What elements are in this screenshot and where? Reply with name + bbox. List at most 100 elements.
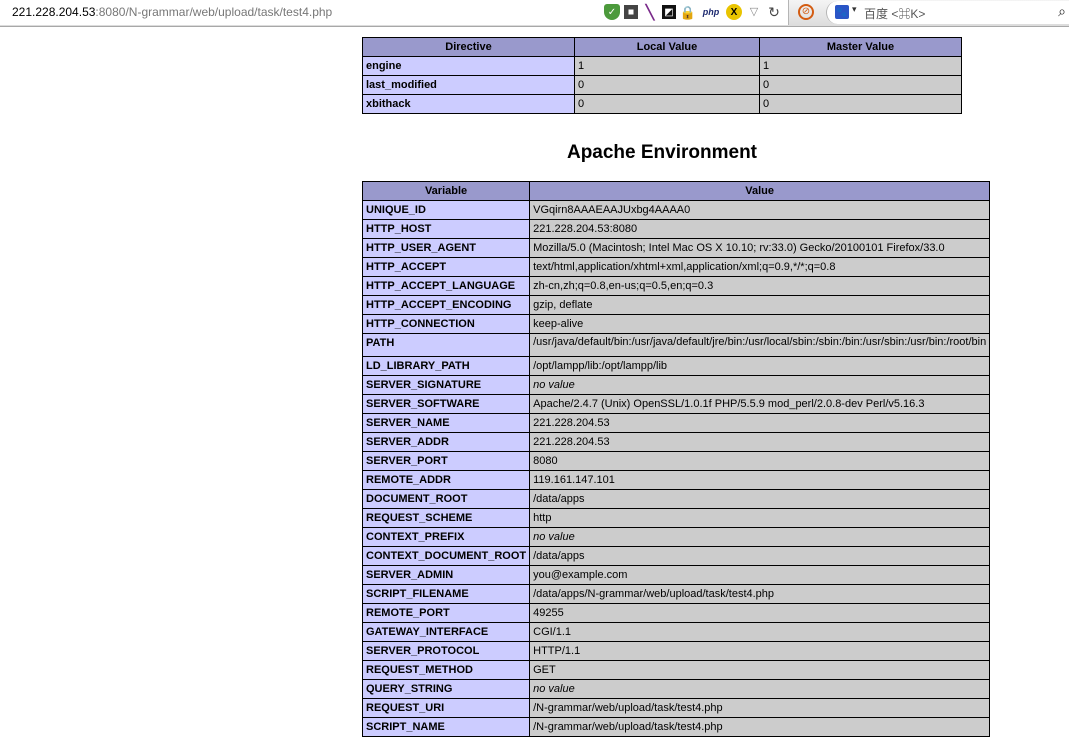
- table-row: SERVER_SOFTWARE Apache/2.4.7 (Unix) OpenS…: [361, 394, 991, 414]
- table-row: PATH/usr/java/default/bin:/usr/java/defa…: [361, 333, 991, 357]
- variable-cell: CONTEXT_PREFIX: [361, 527, 531, 547]
- table-row: HTTP_ACCEPT text/html,application/xhtml+x…: [361, 257, 991, 277]
- master-value-cell: 0: [759, 94, 962, 114]
- table-row: REQUEST_METHOD GET: [361, 660, 991, 680]
- apache-environment-table: Variable Value UNIQUE_ID VGqirn8AAAEAAJUx…: [361, 181, 991, 737]
- table-row: LD_LIBRARY_PATH/opt/lampp/lib:/opt/lampp…: [361, 356, 991, 376]
- variable-cell: CONTEXT_DOCUMENT_ROOT: [361, 546, 531, 566]
- variable-cell: HTTP_USER_AGENT: [361, 238, 531, 258]
- table-row: HTTP_USER_AGENT Mozilla/5.0 (Macintosh; I…: [361, 238, 991, 258]
- variable-cell: QUERY_STRING: [361, 679, 531, 699]
- value-cell: zh-cn,zh;q=0.8,en-us;q=0.5,en;q=0.3: [529, 276, 991, 296]
- search-engine-icon[interactable]: 🐾: [835, 5, 849, 19]
- variable-cell: DOCUMENT_ROOT: [361, 489, 531, 509]
- url-bar[interactable]: 221.228.204.53:8080/N-grammar/web/upload…: [0, 0, 789, 25]
- table-row: SCRIPT_NAME/N-grammar/web/upload/task/te…: [361, 717, 991, 737]
- variable-cell: HTTP_ACCEPT_ENCODING: [361, 295, 531, 315]
- table-row: GATEWAY_INTERFACE CGI/1.1: [361, 622, 991, 642]
- variable-cell: SERVER_ADDR: [361, 432, 531, 452]
- table-row: SERVER_ADDR 221.228.204.53: [361, 432, 991, 452]
- search-placeholder: 百度 <⌘K>: [864, 7, 926, 21]
- variable-cell: REMOTE_ADDR: [361, 470, 531, 490]
- value-cell: 221.228.204.53: [529, 432, 991, 452]
- value-cell: /opt/lampp/lib:/opt/lampp/lib: [529, 356, 991, 376]
- table-row: QUERY_STRING no value: [361, 679, 991, 699]
- table-row: REMOTE_ADDR 119.161.147.101: [361, 470, 991, 490]
- value-cell: no value: [529, 527, 991, 547]
- value-cell: no value: [529, 679, 991, 699]
- variable-cell: HTTP_HOST: [361, 219, 531, 239]
- table-row: SCRIPT_FILENAME/data/apps/N-grammar/web/…: [361, 584, 991, 604]
- x-extension-icon[interactable]: X: [726, 4, 742, 20]
- variable-cell: SCRIPT_NAME: [361, 717, 531, 737]
- master-value-cell: 1: [759, 56, 962, 76]
- variable-cell: HTTP_ACCEPT: [361, 257, 531, 277]
- value-cell: GET: [529, 660, 991, 680]
- search-input[interactable]: 🐾 ▾ 百度 <⌘K> ⌕: [826, 1, 1069, 24]
- url-bar-icons: ✓ ╲ ◩ 🔒 php X ▽ ↻: [604, 4, 782, 20]
- value-cell: Apache/2.4.7 (Unix) OpenSSL/1.0.1f PHP/5…: [529, 394, 991, 414]
- variable-cell: LD_LIBRARY_PATH: [361, 356, 531, 376]
- master-value-cell: 0: [759, 75, 962, 95]
- value-cell: CGI/1.1: [529, 622, 991, 642]
- table-row: CONTEXT_PREFIX no value: [361, 527, 991, 547]
- value-cell: 119.161.147.101: [529, 470, 991, 490]
- value-cell: VGqirn8AAAEAAJUxbg4AAAA0: [529, 200, 991, 220]
- variable-cell: PATH: [361, 333, 531, 357]
- variable-cell: REQUEST_SCHEME: [361, 508, 531, 528]
- table-row: REQUEST_URI/N-grammar/web/upload/task/te…: [361, 698, 991, 718]
- variable-cell: UNIQUE_ID: [361, 200, 531, 220]
- variable-cell: SCRIPT_FILENAME: [361, 584, 531, 604]
- variable-cell: HTTP_CONNECTION: [361, 314, 531, 334]
- table-row: SERVER_ADMIN you@example.com: [361, 565, 991, 585]
- column-header: Value: [529, 181, 991, 201]
- local-value-cell: 0: [574, 75, 760, 95]
- variable-cell: REQUEST_METHOD: [361, 660, 531, 680]
- variable-cell: SERVER_PROTOCOL: [361, 641, 531, 661]
- table-header-row: Directive Local Value Master Value: [362, 37, 962, 57]
- url-path: :8080/N-grammar/web/upload/task/test4.ph…: [95, 5, 333, 19]
- chevron-down-icon[interactable]: ▽: [746, 4, 762, 20]
- table-row: HTTP_ACCEPT_ENCODING gzip, deflate: [361, 295, 991, 315]
- value-cell: no value: [529, 375, 991, 395]
- table-row: SERVER_NAME 221.228.204.53: [361, 413, 991, 433]
- variable-cell: REQUEST_URI: [361, 698, 531, 718]
- shield-icon[interactable]: ✓: [604, 4, 620, 20]
- variable-cell: SERVER_SOFTWARE: [361, 394, 531, 414]
- column-header: Variable: [361, 181, 531, 201]
- php-icon[interactable]: php: [700, 4, 722, 20]
- value-cell: gzip, deflate: [529, 295, 991, 315]
- value-cell: /N-grammar/web/upload/task/test4.php: [529, 717, 991, 737]
- table-row: SERVER_PROTOCOL HTTP/1.1: [361, 641, 991, 661]
- value-cell: 221.228.204.53:8080: [529, 219, 991, 239]
- lock-icon[interactable]: 🔒: [680, 4, 696, 20]
- table-header-row: Variable Value: [361, 181, 991, 201]
- variable-cell: SERVER_ADMIN: [361, 565, 531, 585]
- reload-icon[interactable]: ↻: [766, 4, 782, 20]
- search-icon[interactable]: ⌕: [1058, 3, 1066, 20]
- table-row: SERVER_PORT 8080: [361, 451, 991, 471]
- value-cell: http: [529, 508, 991, 528]
- extension-icon[interactable]: ◩: [662, 5, 676, 19]
- column-header: Directive: [362, 37, 575, 57]
- variable-cell: SERVER_SIGNATURE: [361, 375, 531, 395]
- value-cell: /data/apps: [529, 489, 991, 509]
- table-row: xbithack 0 0: [362, 94, 962, 114]
- table-row: UNIQUE_ID VGqirn8AAAEAAJUxbg4AAAA0: [361, 200, 991, 220]
- table-row: DOCUMENT_ROOT/data/apps: [361, 489, 991, 509]
- section-title: Apache Environment: [566, 142, 758, 163]
- value-cell: 8080: [529, 451, 991, 471]
- qr-code-icon[interactable]: [624, 5, 638, 19]
- table-row: CONTEXT_DOCUMENT_ROOT/data/apps: [361, 546, 991, 566]
- variable-cell: HTTP_ACCEPT_LANGUAGE: [361, 276, 531, 296]
- local-value-cell: 0: [574, 94, 760, 114]
- variable-cell: SERVER_NAME: [361, 413, 531, 433]
- value-cell: /N-grammar/web/upload/task/test4.php: [529, 698, 991, 718]
- value-cell: HTTP/1.1: [529, 641, 991, 661]
- table-row: SERVER_SIGNATURE no value: [361, 375, 991, 395]
- column-header: Master Value: [759, 37, 962, 57]
- pen-icon[interactable]: ╲: [642, 4, 658, 20]
- value-cell: /data/apps/N-grammar/web/upload/task/tes…: [529, 584, 991, 604]
- block-icon[interactable]: ⊘: [798, 4, 814, 20]
- chevron-down-icon[interactable]: ▾: [852, 4, 857, 15]
